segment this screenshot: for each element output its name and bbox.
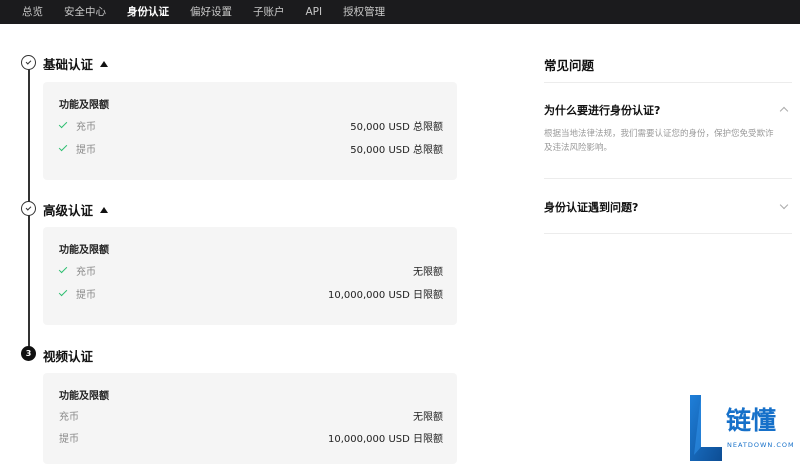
card-heading: 功能及限额 — [59, 245, 109, 256]
step-done-check-icon — [21, 201, 36, 216]
limit-label: 充币 — [76, 266, 96, 278]
step-title-advanced[interactable]: 高级认证 — [43, 200, 109, 219]
limit-value: 10,000,000 USD 日限额 — [328, 289, 443, 301]
chevron-down-icon[interactable] — [779, 200, 789, 210]
faq-answer: 根据当地法律法规，我们需要认证您的身份，保护您免受欺诈及违法风险影响。 — [544, 129, 774, 153]
limit-label: 充币 — [59, 411, 79, 423]
chevron-up-icon[interactable] — [779, 106, 789, 116]
nav-item-preferences[interactable]: 偏好设置 — [190, 0, 232, 24]
limit-row-deposit: 充币 50,000 USD 总限额 — [58, 118, 443, 133]
step-title-label: 高级认证 — [43, 203, 94, 218]
logo-l-icon — [690, 395, 722, 461]
nav-item-api[interactable]: API — [306, 0, 323, 24]
step-title-label: 视频认证 — [43, 349, 94, 364]
limit-value: 50,000 USD 总限额 — [350, 121, 443, 133]
watermark-logo: 链懂 NEATDOWN.COM — [686, 395, 796, 461]
check-icon — [58, 142, 68, 151]
nav-item-identity[interactable]: 身份认证 — [127, 0, 169, 24]
watermark-subtext: NEATDOWN.COM — [727, 441, 795, 449]
nav-item-authorization[interactable]: 授权管理 — [343, 0, 385, 24]
limit-row-deposit: 充币 无限额 — [58, 263, 443, 278]
faq-item-problems[interactable]: 身份认证遇到问题? — [544, 179, 792, 234]
limit-value: 无限额 — [413, 266, 443, 278]
faq-title: 常见问题 — [544, 58, 595, 73]
nav-item-overview[interactable]: 总览 — [22, 0, 43, 24]
limit-value: 50,000 USD 总限额 — [350, 144, 443, 156]
watermark-text: 链懂 — [726, 406, 777, 435]
limit-label: 提币 — [76, 144, 96, 156]
nav-item-security[interactable]: 安全中心 — [64, 0, 106, 24]
limit-row-deposit: 充币 无限额 — [59, 408, 443, 423]
limit-row-withdraw: 提币 10,000,000 USD 日限额 — [59, 430, 443, 445]
limits-card-video: 功能及限额 充币 无限额 提币 10,000,000 USD 日限额 — [43, 373, 457, 464]
limits-card-advanced: 功能及限额 充币 无限额 提币 10,000,000 USD 日限额 — [43, 227, 457, 325]
card-heading: 功能及限额 — [59, 100, 109, 111]
card-heading: 功能及限额 — [59, 391, 109, 402]
limit-label: 充币 — [76, 121, 96, 133]
limit-label: 提币 — [76, 289, 96, 301]
limit-value: 无限额 — [413, 411, 443, 423]
limits-card-basic: 功能及限额 充币 50,000 USD 总限额 提币 50,000 USD 总限… — [43, 82, 457, 180]
limit-row-withdraw: 提币 10,000,000 USD 日限额 — [58, 286, 443, 301]
check-icon — [58, 264, 68, 273]
top-nav: 总览 安全中心 身份认证 偏好设置 子账户 API 授权管理 — [0, 0, 800, 24]
step-number-badge: 3 — [21, 346, 36, 361]
caret-up-icon — [100, 206, 109, 213]
check-icon — [58, 119, 68, 128]
step-title-video[interactable]: 视频认证 — [43, 346, 93, 365]
nav-item-subaccounts[interactable]: 子账户 — [253, 0, 285, 24]
faq-question[interactable]: 为什么要进行身份认证? — [544, 102, 660, 118]
caret-up-icon — [100, 60, 109, 67]
step-title-basic[interactable]: 基础认证 — [43, 54, 109, 73]
step-done-check-icon — [21, 55, 36, 70]
limit-label: 提币 — [59, 433, 79, 445]
check-icon — [58, 287, 68, 296]
step-title-label: 基础认证 — [43, 57, 94, 72]
limit-value: 10,000,000 USD 日限额 — [328, 433, 443, 445]
limit-row-withdraw: 提币 50,000 USD 总限额 — [58, 141, 443, 156]
faq-question[interactable]: 身份认证遇到问题? — [544, 199, 638, 215]
faq-item-why-verify[interactable]: 为什么要进行身份认证? 根据当地法律法规，我们需要认证您的身份，保护您免受欺诈及… — [544, 82, 792, 179]
